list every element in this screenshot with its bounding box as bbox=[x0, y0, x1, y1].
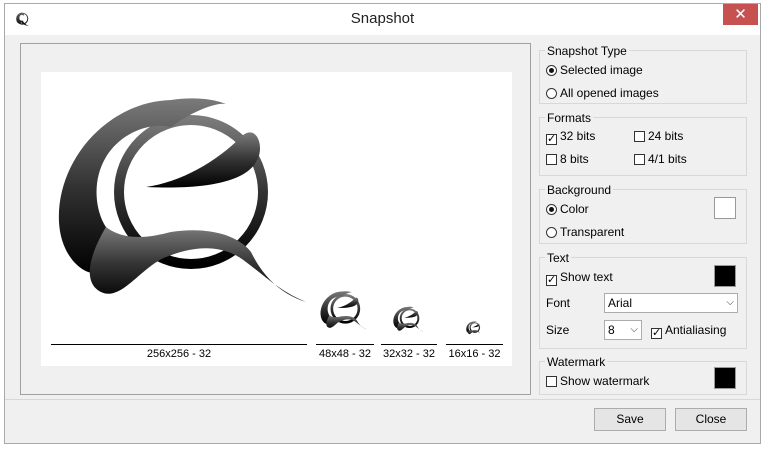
logo-32-icon bbox=[393, 306, 424, 332]
snapshot-dialog: Snapshot ✕ 256x256 - 32 48x48 - 32 32x32… bbox=[4, 3, 761, 444]
background-color-swatch[interactable] bbox=[714, 197, 736, 219]
background-title: Background bbox=[545, 183, 614, 197]
checkbox-8-bits-box[interactable] bbox=[546, 154, 557, 165]
size-select[interactable]: 8 ⌵ bbox=[604, 320, 642, 340]
checkbox-8-bits[interactable]: 8 bits bbox=[546, 152, 589, 166]
checkbox-antialiasing-label: Antialiasing bbox=[665, 323, 727, 337]
radio-transparent[interactable]: Transparent bbox=[546, 225, 624, 239]
radio-color[interactable]: Color bbox=[546, 202, 589, 216]
checkbox-24-bits-label: 24 bits bbox=[648, 129, 684, 143]
chevron-down-icon: ⌵ bbox=[726, 297, 734, 308]
formats-group: Formats ✓ 32 bits 24 bits 8 bits 4/1 bits bbox=[539, 111, 747, 176]
checkbox-4-1-bits-box[interactable] bbox=[634, 154, 645, 165]
checkbox-4-1-bits-label: 4/1 bits bbox=[648, 152, 687, 166]
checkbox-32-bits[interactable]: ✓ 32 bits bbox=[546, 129, 595, 145]
checkbox-show-text-label: Show text bbox=[560, 270, 613, 284]
window-close-button[interactable]: ✕ bbox=[723, 4, 758, 25]
caption-48: 48x48 - 32 bbox=[316, 344, 374, 360]
logo-48-icon bbox=[320, 291, 367, 330]
radio-transparent-label: Transparent bbox=[560, 225, 625, 239]
radio-transparent-indicator[interactable] bbox=[546, 227, 557, 238]
text-title: Text bbox=[545, 251, 572, 265]
radio-all-opened-images-indicator[interactable] bbox=[546, 88, 557, 99]
chevron-down-icon: ⌵ bbox=[630, 324, 638, 335]
radio-color-indicator[interactable] bbox=[546, 204, 557, 215]
checkbox-show-watermark-label: Show watermark bbox=[560, 374, 650, 388]
checkbox-show-watermark-box[interactable] bbox=[546, 376, 557, 387]
text-group: Text ✓ Show text Font Arial ⌵ Size 8 ⌵ ✓ A… bbox=[539, 251, 747, 349]
watermark-color-swatch[interactable] bbox=[714, 367, 736, 389]
checkbox-show-watermark[interactable]: Show watermark bbox=[546, 374, 649, 388]
snapshot-type-group: Snapshot Type Selected image All opened … bbox=[539, 44, 747, 104]
background-group: Background Color Transparent bbox=[539, 183, 747, 244]
radio-selected-image-label: Selected image bbox=[560, 63, 643, 77]
size-label: Size bbox=[546, 323, 570, 337]
close-button[interactable]: Close bbox=[675, 408, 747, 431]
checkbox-show-text-box[interactable]: ✓ bbox=[546, 275, 557, 286]
radio-selected-image[interactable]: Selected image bbox=[546, 63, 643, 77]
checkbox-antialiasing-box[interactable]: ✓ bbox=[651, 328, 662, 339]
checkbox-8-bits-label: 8 bits bbox=[560, 152, 589, 166]
footer-divider bbox=[5, 399, 760, 400]
formats-title: Formats bbox=[545, 111, 594, 125]
size-select-value: 8 bbox=[608, 323, 615, 337]
radio-all-opened-images[interactable]: All opened images bbox=[546, 86, 659, 100]
snapshot-type-title: Snapshot Type bbox=[545, 44, 629, 58]
font-label: Font bbox=[546, 296, 571, 310]
caption-256: 256x256 - 32 bbox=[51, 344, 307, 360]
checkbox-24-bits-box[interactable] bbox=[634, 131, 645, 142]
caption-32: 32x32 - 32 bbox=[381, 344, 437, 360]
radio-selected-image-indicator[interactable] bbox=[546, 65, 557, 76]
checkbox-32-bits-label: 32 bits bbox=[560, 129, 596, 143]
checkbox-antialiasing[interactable]: ✓ Antialiasing bbox=[651, 323, 726, 339]
radio-color-label: Color bbox=[560, 202, 589, 216]
text-color-swatch[interactable] bbox=[714, 265, 736, 287]
checkbox-4-1-bits[interactable]: 4/1 bits bbox=[634, 152, 687, 166]
watermark-title: Watermark bbox=[545, 355, 608, 369]
logo-16-icon bbox=[466, 321, 483, 335]
snapshot-canvas: 256x256 - 32 48x48 - 32 32x32 - 32 16x16… bbox=[41, 72, 512, 366]
checkbox-32-bits-box[interactable]: ✓ bbox=[546, 134, 557, 145]
checkbox-show-text[interactable]: ✓ Show text bbox=[546, 270, 613, 286]
logo-256-icon bbox=[58, 98, 306, 302]
radio-all-opened-images-label: All opened images bbox=[560, 86, 659, 100]
checkbox-24-bits[interactable]: 24 bits bbox=[634, 129, 683, 143]
watermark-group: Watermark Show watermark bbox=[539, 355, 747, 395]
save-button[interactable]: Save bbox=[594, 408, 666, 431]
caption-16: 16x16 - 32 bbox=[446, 344, 503, 360]
title-bar[interactable]: Snapshot ✕ bbox=[5, 4, 760, 35]
snapshot-preview-panel: 256x256 - 32 48x48 - 32 32x32 - 32 16x16… bbox=[20, 43, 531, 395]
font-select-value: Arial bbox=[608, 296, 633, 310]
font-select[interactable]: Arial ⌵ bbox=[604, 293, 738, 313]
window-title: Snapshot bbox=[350, 10, 415, 27]
